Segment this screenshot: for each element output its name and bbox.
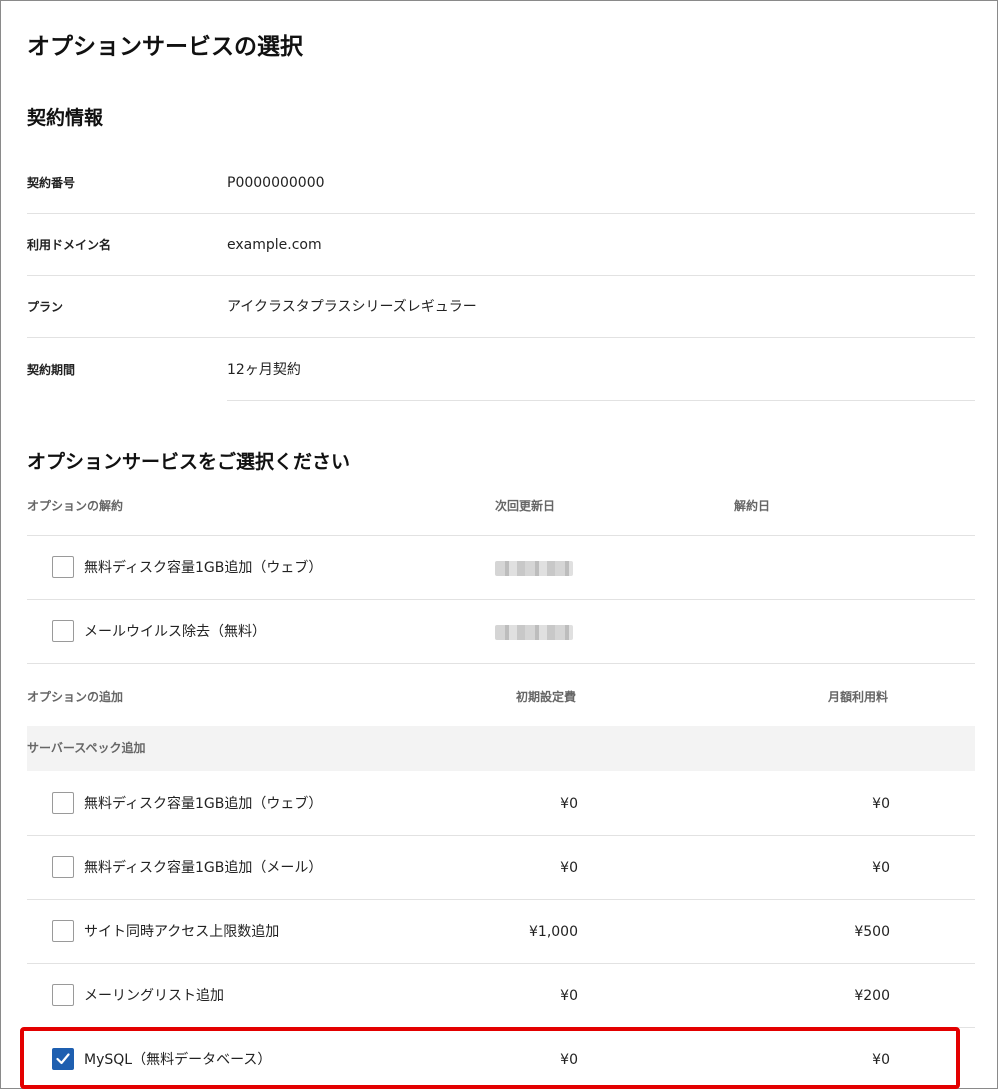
option-label: メールウイルス除去（無料） bbox=[84, 624, 266, 640]
monthly-fee: ¥200 bbox=[854, 988, 890, 1004]
term-value: 12ヶ月契約 bbox=[227, 362, 301, 378]
contract-row: 契約期間 12ヶ月契約 bbox=[27, 339, 975, 401]
divider bbox=[27, 337, 975, 338]
setup-fee: ¥0 bbox=[560, 1052, 578, 1068]
monthly-fee: ¥0 bbox=[872, 796, 890, 812]
option-label: 無料ディスク容量1GB追加（ウェブ） bbox=[84, 796, 323, 812]
contract-row: プラン アイクラスタプラスシリーズレギュラー bbox=[27, 276, 975, 338]
option-label: サイト同時アクセス上限数追加 bbox=[84, 924, 280, 940]
setup-fee: ¥0 bbox=[560, 860, 578, 876]
divider bbox=[227, 400, 975, 401]
cancel-header-next-renewal: 次回更新日 bbox=[495, 499, 556, 513]
contract-row: 利用ドメイン名 example.com bbox=[27, 214, 975, 276]
monthly-fee: ¥500 bbox=[854, 924, 890, 940]
add-header-setup-fee: 初期設定費 bbox=[515, 690, 576, 704]
option-label: 無料ディスク容量1GB追加（メール） bbox=[84, 860, 323, 876]
add-option-row: メーリングリスト追加 ¥0 ¥200 bbox=[27, 964, 975, 1028]
checkbox[interactable] bbox=[52, 984, 74, 1006]
options-section-title: オプションサービスをご選択ください bbox=[27, 451, 351, 473]
domain-label: 利用ドメイン名 bbox=[27, 238, 112, 252]
redacted-date bbox=[495, 561, 573, 576]
checkbox[interactable] bbox=[52, 556, 74, 578]
add-header-monthly-fee: 月額利用料 bbox=[827, 690, 888, 704]
domain-value: example.com bbox=[227, 237, 322, 253]
group-label: サーバースペック追加 bbox=[27, 741, 146, 755]
checkbox[interactable] bbox=[52, 792, 74, 814]
cancel-option-row: メールウイルス除去（無料） bbox=[27, 600, 975, 664]
contract-section-title: 契約情報 bbox=[27, 107, 104, 129]
term-label: 契約期間 bbox=[27, 363, 76, 377]
setup-fee: ¥0 bbox=[560, 796, 578, 812]
cancel-header-cancel-date: 解約日 bbox=[734, 499, 771, 513]
add-option-row: サイト同時アクセス上限数追加 ¥1,000 ¥500 bbox=[27, 900, 975, 964]
plan-label: プラン bbox=[27, 300, 64, 314]
monthly-fee: ¥0 bbox=[872, 1052, 890, 1068]
cancel-option-row: 無料ディスク容量1GB追加（ウェブ） bbox=[27, 536, 975, 600]
monthly-fee: ¥0 bbox=[872, 860, 890, 876]
add-option-row: 無料ディスク容量1GB追加（メール） ¥0 ¥0 bbox=[27, 836, 975, 900]
add-option-row: 無料ディスク容量1GB追加（ウェブ） ¥0 ¥0 bbox=[27, 772, 975, 836]
option-label: MySQL（無料データベース） bbox=[84, 1052, 272, 1068]
divider bbox=[27, 663, 975, 664]
page-title: オプションサービスの選択 bbox=[27, 34, 303, 60]
cancel-header-name: オプションの解約 bbox=[27, 499, 124, 513]
option-label: 無料ディスク容量1GB追加（ウェブ） bbox=[84, 560, 323, 576]
setup-fee: ¥1,000 bbox=[529, 924, 578, 940]
add-header-name: オプションの追加 bbox=[27, 690, 124, 704]
check-icon bbox=[56, 1053, 70, 1065]
checkbox[interactable] bbox=[52, 620, 74, 642]
contract-number-label: 契約番号 bbox=[27, 176, 76, 190]
options-page: オプションサービスの選択 契約情報 契約番号 P0000000000 利用ドメイ… bbox=[0, 0, 998, 1089]
redacted-date bbox=[495, 625, 573, 640]
checkbox[interactable] bbox=[52, 920, 74, 942]
contract-number-value: P0000000000 bbox=[227, 175, 325, 191]
checkbox[interactable] bbox=[52, 856, 74, 878]
checkbox-checked[interactable] bbox=[52, 1048, 74, 1070]
contract-row: 契約番号 P0000000000 bbox=[27, 152, 975, 214]
plan-value: アイクラスタプラスシリーズレギュラー bbox=[227, 299, 477, 315]
option-label: メーリングリスト追加 bbox=[84, 988, 224, 1004]
add-option-row: MySQL（無料データベース） ¥0 ¥0 bbox=[27, 1028, 975, 1092]
setup-fee: ¥0 bbox=[560, 988, 578, 1004]
group-header: サーバースペック追加 bbox=[27, 726, 975, 771]
